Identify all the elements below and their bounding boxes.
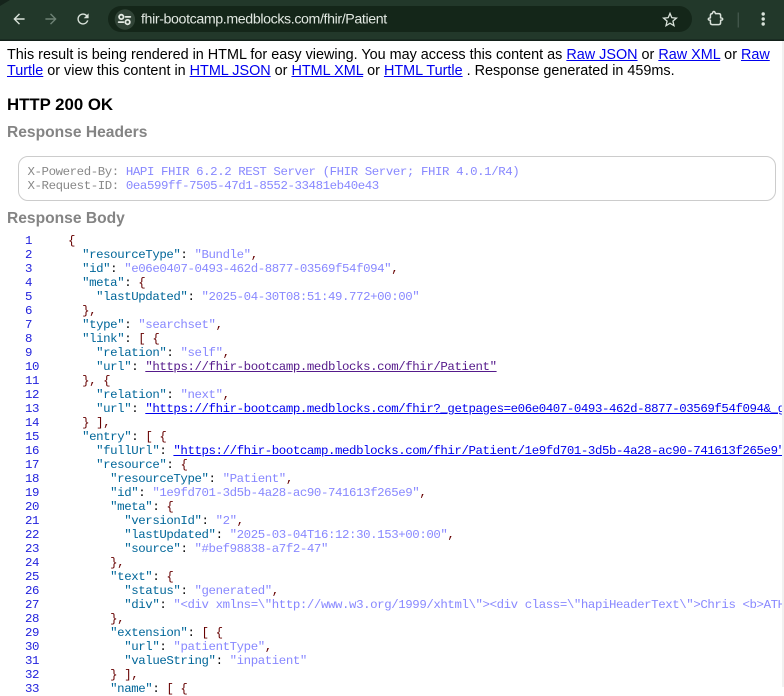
svg-text:fhir-bootcamp.medblocks.com/fh: fhir-bootcamp.medblocks.com/fhir/Patient [141, 12, 387, 28]
